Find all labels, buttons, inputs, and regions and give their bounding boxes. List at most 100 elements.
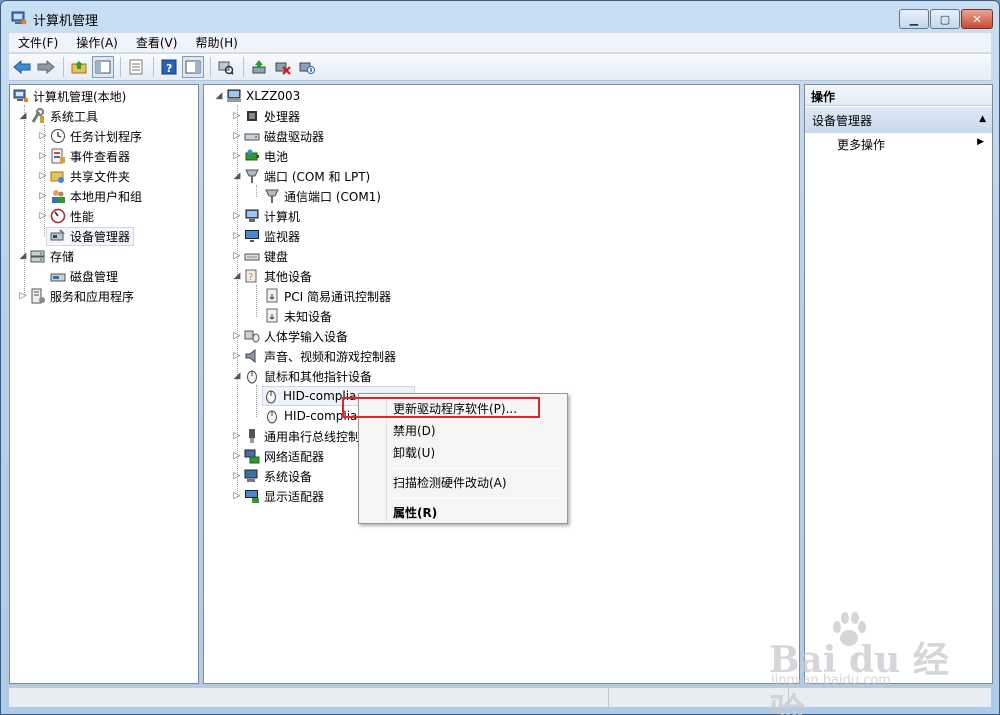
- expand-icon[interactable]: ▷: [232, 211, 242, 221]
- processor-icon: [247, 111, 257, 121]
- expand-icon[interactable]: ▷: [232, 131, 242, 141]
- menu-item-properties[interactable]: 属性(R): [393, 504, 437, 521]
- console-tree-pane[interactable]: 计算机管理(本地) ◢ 系统工具 ▷ 任务计划程序 ▷ 事件查看器 ▷ 共享文件…: [9, 84, 199, 684]
- status-segment: [9, 688, 609, 707]
- device-tree-root[interactable]: ◢ XLZZ003: [214, 86, 301, 106]
- close-button[interactable]: ✕: [961, 9, 993, 29]
- menu-file[interactable]: 文件(F): [9, 34, 67, 51]
- device-unknown[interactable]: 未知设备: [264, 306, 332, 326]
- tree-item-storage[interactable]: ◢ 存储: [18, 246, 74, 266]
- up-level-button[interactable]: [68, 56, 90, 78]
- device-pci-controller[interactable]: PCI 简易通讯控制器: [264, 286, 391, 306]
- tree-item-shared-folders[interactable]: ▷ 共享文件夹: [38, 166, 130, 186]
- uninstall-device-button[interactable]: [272, 56, 294, 78]
- expand-icon[interactable]: ▷: [232, 331, 242, 341]
- device-category-monitors[interactable]: ▷ 监视器: [232, 226, 300, 246]
- tree-item-performance[interactable]: ▷ 性能: [38, 206, 94, 226]
- expand-icon[interactable]: ▷: [38, 151, 48, 161]
- device-category-hid[interactable]: ▷ 人体学输入设备: [232, 326, 348, 346]
- port-device-icon: [265, 189, 279, 203]
- tree-item-device-manager[interactable]: 设备管理器: [46, 226, 135, 246]
- scan-hardware-button[interactable]: [215, 56, 237, 78]
- menu-item-disable[interactable]: 禁用(D): [393, 422, 436, 439]
- expand-icon[interactable]: ▷: [232, 491, 242, 501]
- device-category-mice[interactable]: ◢ 鼠标和其他指针设备: [232, 366, 372, 386]
- actions-section-device-manager[interactable]: 设备管理器 ▲: [805, 107, 992, 133]
- tree-item-computer-management[interactable]: 计算机管理(本地): [13, 86, 126, 106]
- tree-item-local-users[interactable]: ▷ 本地用户和组: [38, 186, 142, 206]
- device-category-display[interactable]: ▷ 显示适配器: [232, 486, 324, 506]
- tree-label: 监视器: [264, 229, 301, 244]
- help-icon: ?: [161, 59, 177, 75]
- menu-view[interactable]: 查看(V): [127, 34, 187, 51]
- actions-header: 操作: [805, 85, 992, 106]
- tree-label: 磁盘管理: [70, 269, 119, 284]
- device-com1[interactable]: 通信端口 (COM1): [264, 186, 381, 206]
- computer-management-icon: [13, 89, 29, 103]
- device-category-usb[interactable]: ▷ 通用串行总线控制: [232, 426, 360, 446]
- tree-item-system-tools[interactable]: ◢ 系统工具: [18, 106, 98, 126]
- device-category-system[interactable]: ▷ 系统设备: [232, 466, 312, 486]
- collapse-icon[interactable]: ◢: [232, 271, 242, 281]
- update-driver-button[interactable]: [248, 56, 270, 78]
- tree-label: 未知设备: [284, 309, 333, 324]
- collapse-icon[interactable]: ◢: [18, 251, 28, 261]
- device-category-computer[interactable]: ▷ 计算机: [232, 206, 300, 226]
- title-bar[interactable]: 计算机管理 ▁ ▢ ✕: [1, 1, 999, 33]
- expand-icon[interactable]: ▷: [38, 191, 48, 201]
- tree-label: 键盘: [264, 249, 289, 264]
- expand-icon[interactable]: ▷: [38, 211, 48, 221]
- expand-icon[interactable]: ▷: [232, 451, 242, 461]
- expand-icon[interactable]: ▷: [232, 471, 242, 481]
- tree-item-event-viewer[interactable]: ▷ 事件查看器: [38, 146, 130, 166]
- more-actions-link[interactable]: 更多操作: [837, 136, 885, 153]
- collapse-up-icon[interactable]: ▲: [979, 114, 986, 124]
- expand-icon[interactable]: ▷: [232, 431, 242, 441]
- show-hide-console-tree-button[interactable]: [92, 56, 114, 78]
- show-hide-action-pane-button[interactable]: [182, 56, 204, 78]
- device-category-disk-drives[interactable]: ▷ 磁盘驱动器: [232, 126, 324, 146]
- expand-icon[interactable]: ▷: [38, 131, 48, 141]
- menu-item-uninstall[interactable]: 卸载(U): [393, 444, 435, 461]
- expand-icon[interactable]: ▷: [232, 231, 242, 241]
- selected-item-box: 设备管理器: [46, 226, 135, 246]
- disable-device-button[interactable]: [296, 56, 318, 78]
- back-button[interactable]: [11, 56, 33, 78]
- forward-button[interactable]: [35, 56, 57, 78]
- device-category-ports[interactable]: ◢ 端口 (COM 和 LPT): [232, 166, 370, 186]
- export-list-button[interactable]: [125, 56, 147, 78]
- collapse-icon[interactable]: ◢: [214, 91, 224, 101]
- action-pane-icon: [185, 60, 201, 74]
- menu-item-scan-hardware[interactable]: 扫描检测硬件改动(A): [393, 474, 507, 491]
- device-category-battery[interactable]: ▷ 电池: [232, 146, 288, 166]
- device-category-processor[interactable]: ▷ 处理器: [232, 106, 300, 126]
- tree-item-services-apps[interactable]: ▷ 服务和应用程序: [18, 286, 134, 306]
- tree-item-disk-management[interactable]: 磁盘管理: [50, 266, 118, 286]
- monitor-icon: [245, 230, 259, 242]
- menu-action[interactable]: 操作(A): [67, 34, 127, 51]
- maximize-button[interactable]: ▢: [930, 9, 960, 29]
- tree-label: 事件查看器: [70, 149, 131, 164]
- expand-icon[interactable]: ▷: [232, 151, 242, 161]
- device-category-sound[interactable]: ▷ 声音、视频和游戏控制器: [232, 346, 396, 366]
- help-button[interactable]: ?: [158, 56, 180, 78]
- collapse-icon[interactable]: ◢: [232, 171, 242, 181]
- tree-label: 磁盘驱动器: [264, 129, 325, 144]
- menu-help[interactable]: 帮助(H): [186, 34, 246, 51]
- device-tree-pane[interactable]: ◢ XLZZ003 ▷ 处理器 ▷ 磁盘驱动器 ▷ 电池 ◢ 端口 (COM 和…: [203, 84, 800, 684]
- device-category-other[interactable]: ◢ ? 其他设备: [232, 266, 312, 286]
- minimize-button[interactable]: ▁: [899, 9, 929, 29]
- device-category-network[interactable]: ▷ 网络适配器: [232, 446, 324, 466]
- unknown-device-icon: [266, 288, 278, 303]
- tree-label: 电池: [264, 149, 289, 164]
- menu-separator: [389, 468, 564, 469]
- expand-icon[interactable]: ▷: [18, 291, 28, 301]
- expand-icon[interactable]: ▷: [38, 171, 48, 181]
- tree-item-task-scheduler[interactable]: ▷ 任务计划程序: [38, 126, 142, 146]
- collapse-icon[interactable]: ◢: [18, 111, 28, 121]
- expand-icon[interactable]: ▷: [232, 251, 242, 261]
- device-category-keyboards[interactable]: ▷ 键盘: [232, 246, 288, 266]
- expand-icon[interactable]: ▷: [232, 351, 242, 361]
- collapse-icon[interactable]: ◢: [232, 371, 242, 381]
- expand-icon[interactable]: ▷: [232, 111, 242, 121]
